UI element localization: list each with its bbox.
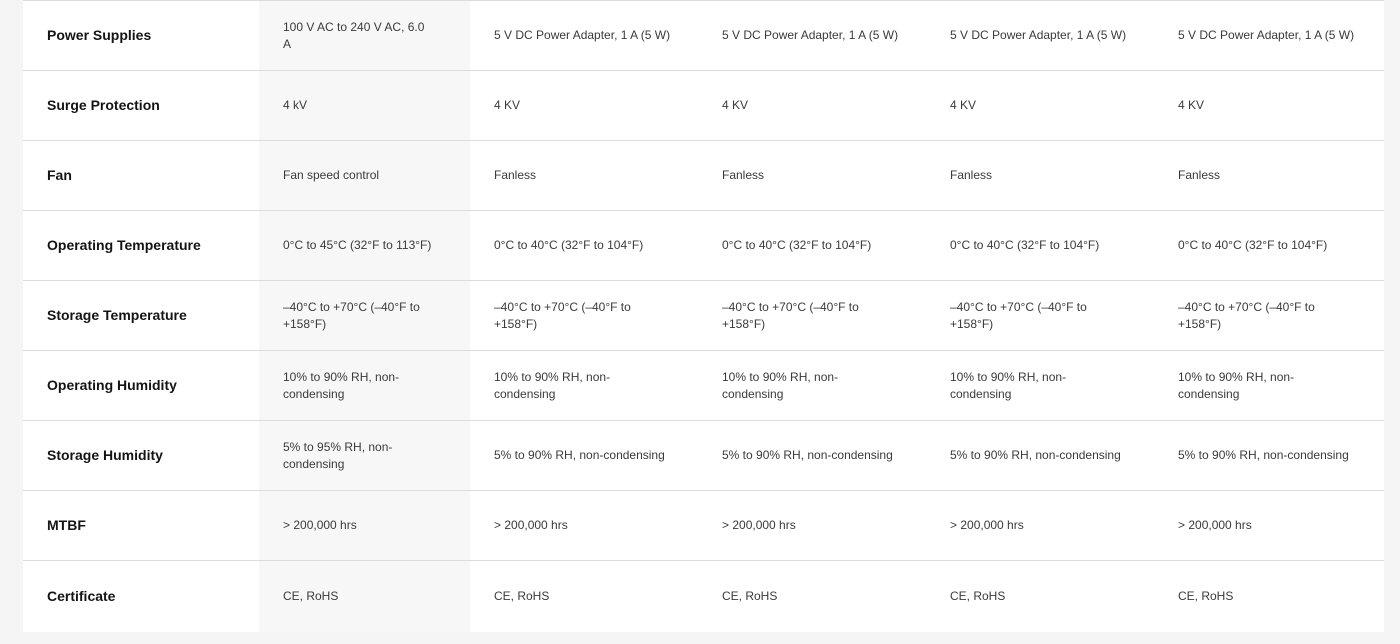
- spec-label: MTBF: [23, 490, 259, 561]
- spec-value: 4 KV: [698, 70, 926, 141]
- spec-value: –40°C to +70°C (–40°F to +158°F): [698, 280, 926, 351]
- spec-label: Operating Temperature: [23, 210, 259, 281]
- spec-value: 10% to 90% RH, non-condensing: [1154, 350, 1384, 421]
- spec-value: 5 V DC Power Adapter, 1 A (5 W): [698, 0, 926, 71]
- spec-label: Certificate: [23, 560, 259, 631]
- spec-value: 0°C to 40°C (32°F to 104°F): [926, 210, 1154, 281]
- spec-row-operating-humidity: Operating Humidity 10% to 90% RH, non-co…: [23, 350, 1384, 421]
- spec-table: Power Supplies 100 V AC to 240 V AC, 6.0…: [23, 0, 1384, 631]
- spec-row-power-supplies: Power Supplies 100 V AC to 240 V AC, 6.0…: [23, 0, 1384, 71]
- spec-value: 4 KV: [470, 70, 698, 141]
- spec-value: 5% to 95% RH, non-condensing: [259, 420, 470, 491]
- spec-row-surge-protection: Surge Protection 4 kV 4 KV 4 KV 4 KV 4 K…: [23, 70, 1384, 141]
- spec-label: Storage Humidity: [23, 420, 259, 491]
- spec-value: > 200,000 hrs: [470, 490, 698, 561]
- spec-value: CE, RoHS: [1154, 560, 1384, 631]
- spec-label: Fan: [23, 140, 259, 211]
- spec-label: Surge Protection: [23, 70, 259, 141]
- spec-value: > 200,000 hrs: [259, 490, 470, 561]
- spec-value: –40°C to +70°C (–40°F to +158°F): [259, 280, 470, 351]
- spec-value: 10% to 90% RH, non-condensing: [470, 350, 698, 421]
- spec-value: 0°C to 40°C (32°F to 104°F): [698, 210, 926, 281]
- spec-row-storage-temperature: Storage Temperature –40°C to +70°C (–40°…: [23, 280, 1384, 351]
- spec-value: 0°C to 45°C (32°F to 113°F): [259, 210, 470, 281]
- spec-value: 10% to 90% RH, non-condensing: [698, 350, 926, 421]
- spec-value: Fanless: [1154, 140, 1384, 211]
- spec-value: –40°C to +70°C (–40°F to +158°F): [1154, 280, 1384, 351]
- spec-value: Fanless: [470, 140, 698, 211]
- spec-value: CE, RoHS: [698, 560, 926, 631]
- spec-value: 4 kV: [259, 70, 470, 141]
- spec-value: 5% to 90% RH, non-condensing: [698, 420, 926, 491]
- spec-row-fan: Fan Fan speed control Fanless Fanless Fa…: [23, 140, 1384, 211]
- spec-value: 5% to 90% RH, non-condensing: [1154, 420, 1384, 491]
- spec-value: –40°C to +70°C (–40°F to +158°F): [926, 280, 1154, 351]
- spec-value: 100 V AC to 240 V AC, 6.0 A: [259, 0, 470, 71]
- spec-value: 5 V DC Power Adapter, 1 A (5 W): [470, 0, 698, 71]
- spec-value: 5 V DC Power Adapter, 1 A (5 W): [1154, 0, 1384, 71]
- spec-value: CE, RoHS: [259, 560, 470, 631]
- spec-label: Operating Humidity: [23, 350, 259, 421]
- spec-value: 0°C to 40°C (32°F to 104°F): [1154, 210, 1384, 281]
- spec-value: 4 KV: [926, 70, 1154, 141]
- spec-row-mtbf: MTBF > 200,000 hrs > 200,000 hrs > 200,0…: [23, 490, 1384, 561]
- spec-value: > 200,000 hrs: [926, 490, 1154, 561]
- spec-label: Storage Temperature: [23, 280, 259, 351]
- spec-value: CE, RoHS: [926, 560, 1154, 631]
- spec-value: 5% to 90% RH, non-condensing: [470, 420, 698, 491]
- spec-label: Power Supplies: [23, 0, 259, 71]
- spec-panel: Power Supplies 100 V AC to 240 V AC, 6.0…: [23, 0, 1384, 632]
- spec-row-operating-temperature: Operating Temperature 0°C to 45°C (32°F …: [23, 210, 1384, 281]
- spec-value: Fan speed control: [259, 140, 470, 211]
- spec-value: 10% to 90% RH, non-condensing: [259, 350, 470, 421]
- spec-value: Fanless: [926, 140, 1154, 211]
- spec-value: 4 KV: [1154, 70, 1384, 141]
- spec-row-certificate: Certificate CE, RoHS CE, RoHS CE, RoHS C…: [23, 560, 1384, 631]
- spec-value: –40°C to +70°C (–40°F to +158°F): [470, 280, 698, 351]
- spec-value: 0°C to 40°C (32°F to 104°F): [470, 210, 698, 281]
- spec-row-storage-humidity: Storage Humidity 5% to 95% RH, non-conde…: [23, 420, 1384, 491]
- spec-value: Fanless: [698, 140, 926, 211]
- spec-value: > 200,000 hrs: [698, 490, 926, 561]
- spec-value: > 200,000 hrs: [1154, 490, 1384, 561]
- spec-value: 5% to 90% RH, non-condensing: [926, 420, 1154, 491]
- spec-value: 5 V DC Power Adapter, 1 A (5 W): [926, 0, 1154, 71]
- spec-value: 10% to 90% RH, non-condensing: [926, 350, 1154, 421]
- spec-value: CE, RoHS: [470, 560, 698, 631]
